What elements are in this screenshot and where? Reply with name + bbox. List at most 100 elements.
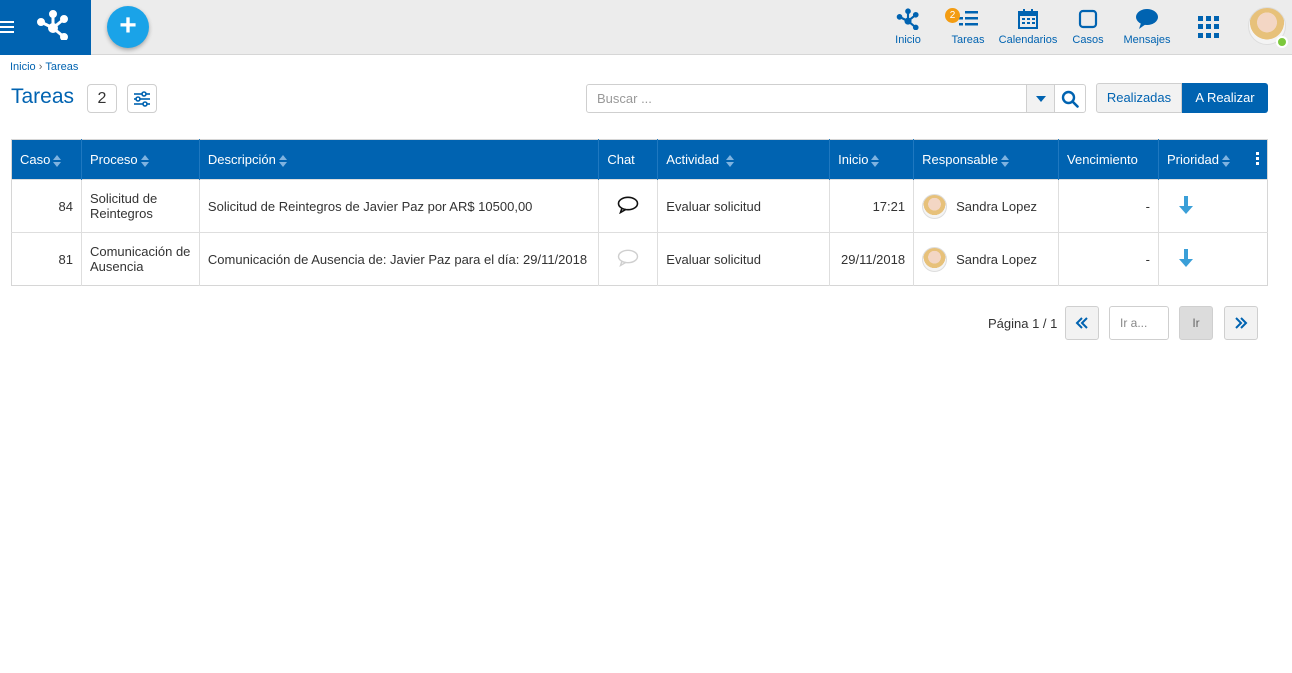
- search-input[interactable]: [586, 84, 1027, 113]
- column-label: Chat: [607, 152, 635, 167]
- page-info: Página 1 / 1: [988, 316, 1058, 331]
- cell-chat: [598, 232, 659, 286]
- cell-chat: [598, 179, 659, 233]
- cell-responsable: Sandra Lopez: [913, 232, 1060, 286]
- double-chevron-left-icon: [1075, 317, 1088, 329]
- cell-responsable: Sandra Lopez: [913, 179, 1060, 233]
- table-row[interactable]: 81 Comunicación de Ausencia Comunicación…: [11, 232, 1268, 286]
- sliders-icon: [134, 90, 150, 107]
- sort-icon: [725, 154, 734, 167]
- nav-casos[interactable]: Casos: [1068, 6, 1108, 50]
- nav-label: Tareas: [951, 34, 985, 46]
- double-chevron-right-icon: [1235, 317, 1248, 329]
- cell-descripcion: Solicitud de Reintegros de Javier Paz po…: [199, 179, 600, 233]
- search-button[interactable]: [1054, 84, 1086, 113]
- nav-tareas[interactable]: 2 Tareas: [945, 6, 988, 50]
- column-header-inicio[interactable]: Inicio: [829, 139, 915, 180]
- avatar: [922, 246, 948, 272]
- column-header-prioridad[interactable]: Prioridad: [1158, 139, 1268, 180]
- cell-vencimiento: -: [1058, 232, 1159, 286]
- sort-icon: [871, 154, 880, 167]
- nav-label: Casos: [1072, 34, 1104, 46]
- network-icon: [896, 8, 919, 30]
- cell-prioridad: [1158, 179, 1268, 233]
- tasks-icon: [959, 11, 978, 26]
- column-header-proceso[interactable]: Proceso: [81, 139, 200, 180]
- nav-label: Inicio: [895, 34, 921, 46]
- breadcrumb-separator: ›: [38, 61, 43, 73]
- priority-low-arrow-icon: [1178, 248, 1193, 267]
- column-menu-icon[interactable]: [1256, 152, 1260, 167]
- column-label: Caso: [20, 152, 51, 167]
- cell-actividad: Evaluar solicitud: [657, 232, 831, 286]
- cell-descripcion: Comunicación de Ausencia de: Javier Paz …: [199, 232, 600, 286]
- column-label: Vencimiento: [1067, 152, 1138, 167]
- tab-a-realizar[interactable]: A Realizar: [1182, 83, 1268, 113]
- filter-button[interactable]: [127, 84, 157, 113]
- chat-inactive-icon[interactable]: [617, 249, 639, 267]
- table-header-row: Caso Proceso Descripción Chat Actividad …: [11, 139, 1268, 180]
- tasks-badge: 2: [945, 8, 960, 23]
- sort-icon: [1222, 154, 1231, 167]
- plus-icon: +: [119, 9, 137, 42]
- priority-low-arrow-icon: [1178, 195, 1193, 214]
- cell-inicio: 17:21: [829, 179, 915, 233]
- tab-realizadas[interactable]: Realizadas: [1096, 83, 1182, 113]
- avatar: [922, 193, 948, 219]
- task-count-badge: 2: [87, 84, 117, 113]
- nav-label: Calendarios: [998, 34, 1058, 46]
- column-label: Actividad: [666, 152, 720, 167]
- column-header-descripcion[interactable]: Descripción: [199, 139, 600, 180]
- cell-vencimiento: -: [1058, 179, 1159, 233]
- chat-bubble-icon: [1136, 9, 1158, 29]
- online-status-icon: [1276, 36, 1288, 48]
- sort-icon: [1001, 154, 1009, 167]
- search-dropdown-button[interactable]: [1026, 84, 1055, 113]
- chat-active-icon[interactable]: [617, 196, 639, 214]
- brand-area: [0, 0, 91, 55]
- cell-proceso: Solicitud de Reintegros: [81, 179, 200, 233]
- column-label: Prioridad: [1166, 152, 1220, 167]
- column-header-responsable[interactable]: Responsable: [913, 139, 1060, 180]
- nav-mensajes[interactable]: Mensajes: [1122, 6, 1172, 50]
- sort-icon: [278, 154, 287, 167]
- network-logo-icon[interactable]: [36, 10, 70, 40]
- apps-grid-icon[interactable]: [1198, 16, 1220, 38]
- go-button[interactable]: Ir: [1179, 306, 1213, 340]
- cell-prioridad: [1158, 232, 1268, 286]
- column-header-chat[interactable]: Chat: [598, 139, 659, 180]
- nav-label: Mensajes: [1123, 34, 1171, 46]
- responsable-name: Sandra Lopez: [956, 198, 1038, 214]
- column-label: Proceso: [89, 152, 138, 167]
- column-header-vencimiento[interactable]: Vencimiento: [1058, 139, 1159, 180]
- breadcrumb-current[interactable]: Tareas: [45, 61, 78, 73]
- caret-down-icon: [1035, 95, 1046, 102]
- table-row[interactable]: 84 Solicitud de Reintegros Solicitud de …: [11, 179, 1268, 233]
- top-bar: + Inicio 2 Tareas Calendarios Casos Mens…: [0, 0, 1292, 55]
- cell-inicio: 29/11/2018: [829, 232, 915, 286]
- column-label: Descripción: [207, 152, 276, 167]
- first-page-button[interactable]: [1065, 306, 1099, 340]
- cell-proceso: Comunicación de Ausencia: [81, 232, 200, 286]
- square-icon: [1078, 9, 1098, 29]
- add-button[interactable]: +: [107, 6, 149, 48]
- calendar-icon: [1018, 9, 1038, 29]
- responsable-name: Sandra Lopez: [956, 251, 1038, 267]
- breadcrumb-home[interactable]: Inicio: [10, 61, 36, 73]
- goto-page-input[interactable]: [1109, 306, 1169, 340]
- page-title: Tareas: [11, 85, 75, 108]
- last-page-button[interactable]: [1224, 306, 1258, 340]
- column-label: Responsable: [922, 152, 998, 167]
- tasks-table: Caso Proceso Descripción Chat Actividad …: [11, 139, 1268, 286]
- breadcrumb: Inicio › Tareas: [10, 61, 78, 73]
- nav-calendarios[interactable]: Calendarios: [998, 6, 1058, 50]
- search-icon: [1061, 90, 1079, 108]
- cell-actividad: Evaluar solicitud: [657, 179, 831, 233]
- hamburger-icon[interactable]: [0, 18, 16, 36]
- column-header-actividad[interactable]: Actividad: [657, 139, 831, 180]
- cell-caso: 81: [11, 232, 82, 286]
- column-label: Inicio: [838, 152, 869, 167]
- cell-caso: 84: [11, 179, 82, 233]
- nav-inicio[interactable]: Inicio: [888, 6, 928, 50]
- column-header-caso[interactable]: Caso: [11, 139, 82, 180]
